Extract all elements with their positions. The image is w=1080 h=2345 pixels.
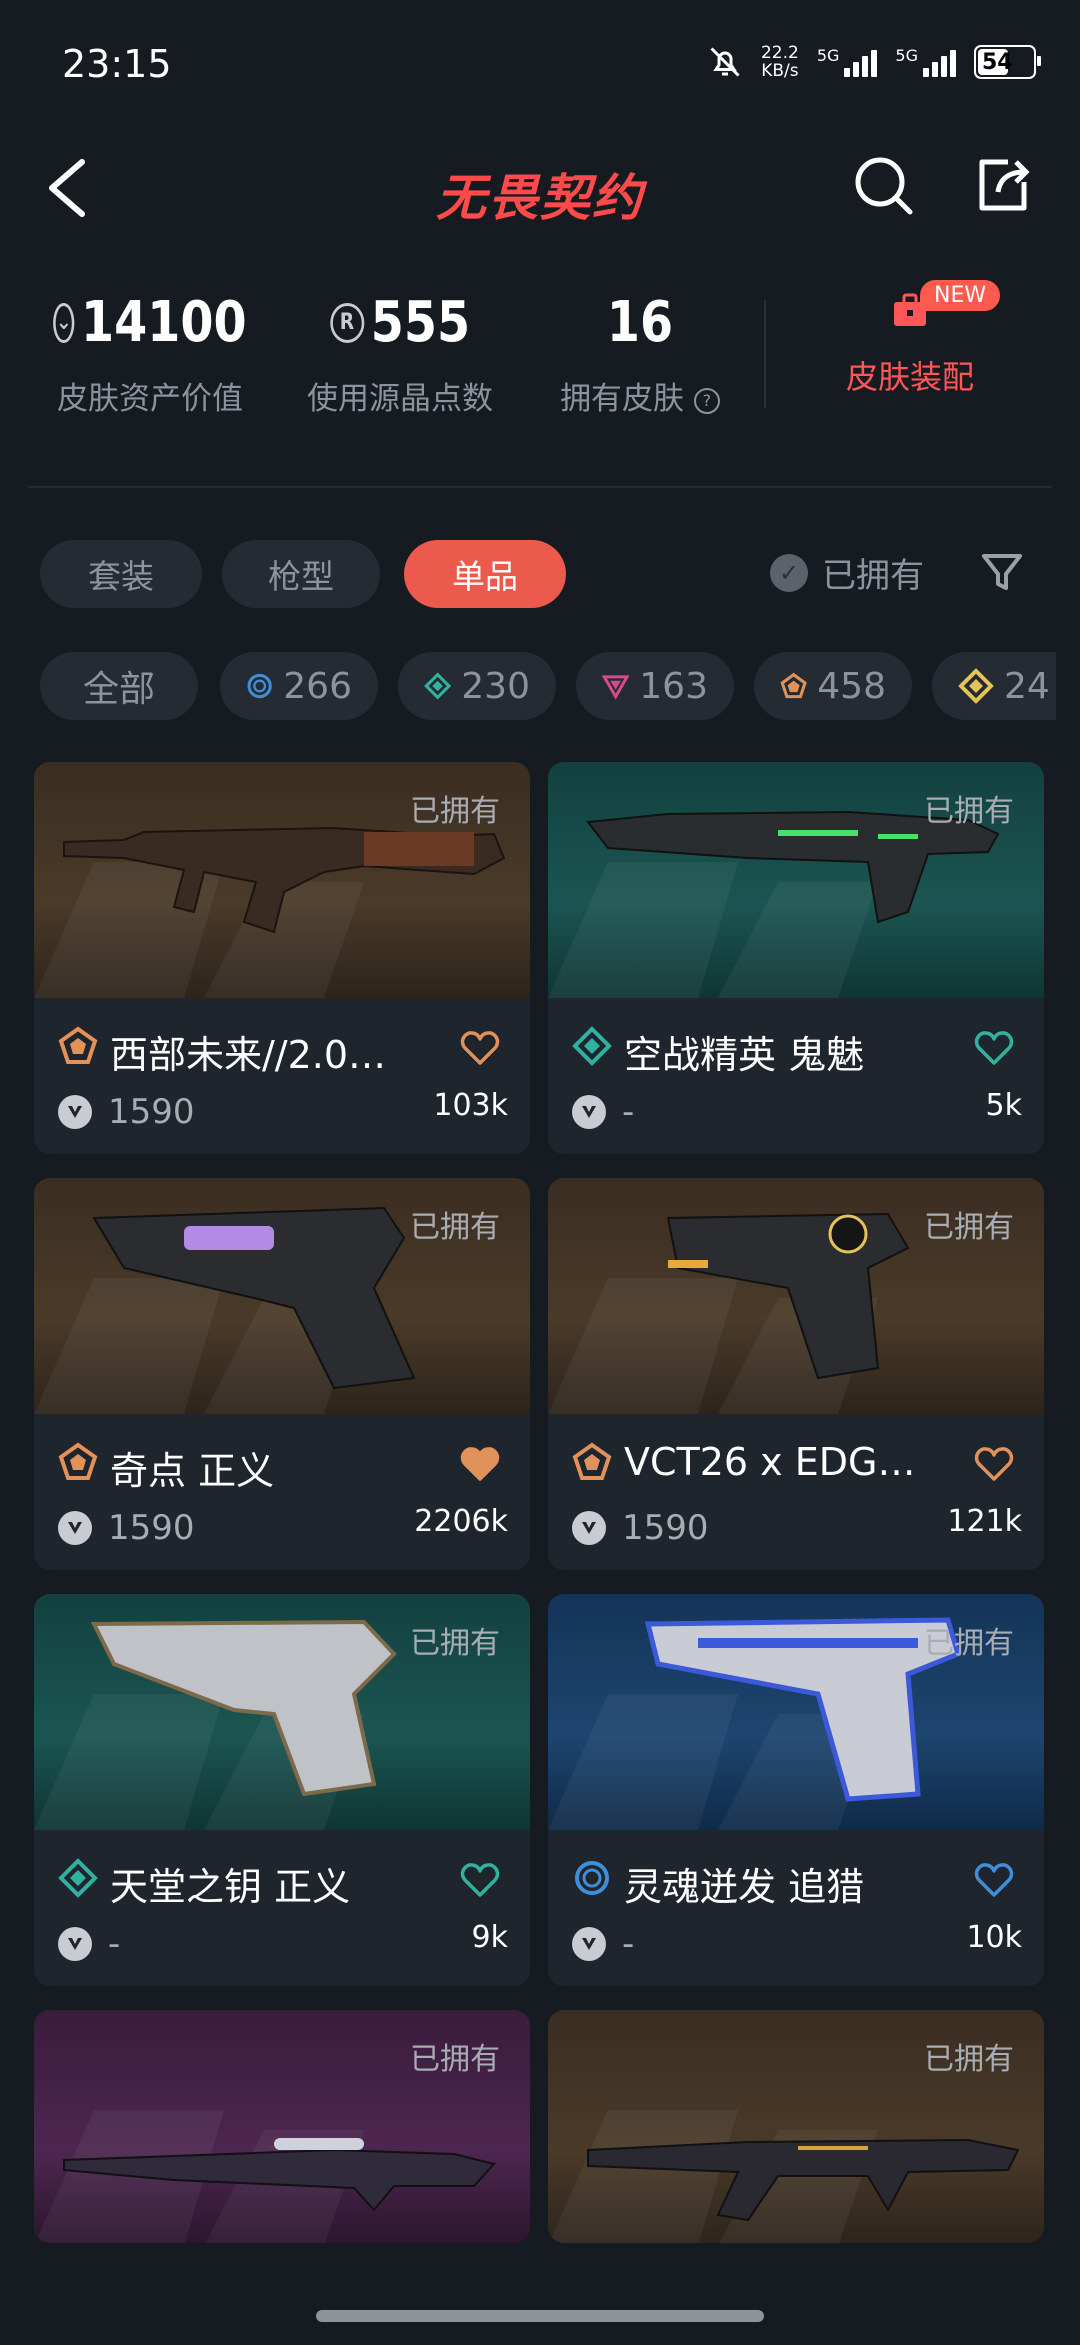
check-icon: ✓ bbox=[770, 553, 808, 592]
skin-price: - bbox=[572, 1924, 634, 1964]
deluxe-tier-icon bbox=[424, 672, 452, 700]
chip-exclusive-tier[interactable]: 458 bbox=[754, 652, 912, 720]
exclusive-tier-icon bbox=[58, 1026, 98, 1064]
skin-image: 已拥有 bbox=[548, 1594, 1044, 1830]
skin-card[interactable]: 已拥有 bbox=[34, 2010, 530, 2243]
tab-sets[interactable]: 套装 bbox=[40, 540, 202, 608]
skin-card[interactable]: 已拥有 天堂之钥 正义 9k - bbox=[34, 1594, 530, 1986]
home-indicator[interactable] bbox=[316, 2310, 764, 2322]
skin-name: 奇点 正义 bbox=[110, 1449, 275, 1493]
share-icon[interactable] bbox=[970, 152, 1036, 218]
tier-filter-row: 全部 266 230 163 458 24 bbox=[40, 652, 1056, 722]
heart-icon[interactable] bbox=[460, 1862, 500, 1898]
owned-tag: 已拥有 bbox=[924, 2042, 1014, 2077]
skin-image: 已拥有 bbox=[34, 1594, 530, 1830]
skin-name: 灵魂迸发 追猎 bbox=[624, 1865, 865, 1909]
skin-price: 1590 bbox=[58, 1508, 195, 1548]
skin-image: 已拥有 bbox=[548, 762, 1044, 998]
tab-weapon-type[interactable]: 枪型 bbox=[222, 540, 380, 608]
skin-price: - bbox=[572, 1092, 634, 1132]
skin-price: 1590 bbox=[58, 1092, 195, 1132]
signal-icon-2: 5G bbox=[895, 46, 956, 77]
owned-tag: 已拥有 bbox=[924, 1210, 1014, 1245]
skin-image: 已拥有 bbox=[548, 2010, 1044, 2243]
net-speed: 22.2 KB/s bbox=[760, 43, 799, 81]
heart-icon[interactable] bbox=[460, 1446, 500, 1482]
like-count: 2206k bbox=[414, 1504, 508, 1539]
like-count: 5k bbox=[985, 1088, 1022, 1123]
skin-card[interactable]: 已拥有 空战精英 鬼魅 5k - bbox=[548, 762, 1044, 1154]
chip-premium-tier[interactable]: 163 bbox=[576, 652, 734, 720]
divider bbox=[28, 486, 1052, 488]
valorant-points-icon bbox=[58, 1095, 92, 1129]
skin-name: 天堂之钥 正义 bbox=[110, 1865, 351, 1909]
skin-card[interactable]: 已拥有 bbox=[548, 2010, 1044, 2243]
filter-icon[interactable] bbox=[978, 548, 1026, 596]
owned-toggle[interactable]: ✓ 已拥有 bbox=[770, 548, 924, 597]
deluxe-tier-icon bbox=[572, 1026, 612, 1066]
premium-tier-icon bbox=[602, 675, 630, 700]
like-count: 103k bbox=[433, 1088, 508, 1123]
radianite-icon: R bbox=[329, 302, 364, 343]
valorant-points-icon bbox=[572, 1511, 606, 1545]
app-logo: 无畏契约 bbox=[436, 169, 644, 227]
chip-ultra-tier[interactable]: 24 bbox=[932, 652, 1056, 720]
valorant-points-icon: ⌄ bbox=[53, 302, 75, 343]
heart-icon[interactable] bbox=[974, 1862, 1014, 1898]
owned-tag: 已拥有 bbox=[410, 2042, 500, 2077]
status-icons: 22.2 KB/s 5G 5G 54 bbox=[707, 43, 1041, 81]
valorant-points-icon bbox=[572, 1927, 606, 1961]
owned-tag: 已拥有 bbox=[410, 1210, 500, 1245]
valorant-points-icon bbox=[572, 1095, 606, 1129]
skin-price: 1590 bbox=[572, 1508, 709, 1548]
tab-single-item[interactable]: 单品 bbox=[404, 540, 566, 608]
skin-card[interactable]: 已拥有 灵魂迸发 追猎 10k - bbox=[548, 1594, 1044, 1986]
exclusive-tier-icon bbox=[58, 1442, 98, 1480]
stat-radianite: R 555 使用源晶点数 bbox=[307, 290, 493, 417]
heart-icon[interactable] bbox=[974, 1030, 1014, 1066]
owned-tag: 已拥有 bbox=[924, 794, 1014, 829]
owned-tag: 已拥有 bbox=[410, 1626, 500, 1661]
heart-icon[interactable] bbox=[460, 1030, 500, 1066]
status-time: 23:15 bbox=[62, 42, 172, 86]
skin-price: - bbox=[58, 1924, 120, 1964]
skin-card[interactable]: 已拥有 奇点 正义 2206k 1590 bbox=[34, 1178, 530, 1570]
skin-image: 已拥有 bbox=[34, 762, 530, 998]
select-tier-icon bbox=[247, 673, 272, 699]
skin-name: 西部未来//2.0… bbox=[110, 1033, 387, 1077]
like-count: 121k bbox=[947, 1504, 1022, 1539]
skin-name: VCT26 x EDG… bbox=[624, 1440, 916, 1484]
skin-card[interactable]: 已拥有 VCT26 x EDG… 121k 1590 bbox=[548, 1178, 1044, 1570]
help-icon[interactable]: ? bbox=[693, 387, 720, 414]
chip-deluxe-tier[interactable]: 230 bbox=[398, 652, 556, 720]
stat-asset-value: ⌄ 14100 皮肤资产价值 bbox=[40, 290, 260, 418]
owned-tag: 已拥有 bbox=[924, 1626, 1014, 1661]
chip-all[interactable]: 全部 bbox=[40, 652, 198, 720]
valorant-points-icon bbox=[58, 1927, 92, 1961]
like-count: 10k bbox=[966, 1920, 1022, 1955]
skin-card[interactable]: 已拥有 西部未来//2.0… 103k 1590 bbox=[34, 762, 530, 1154]
stat-owned-skins: 16 拥有皮肤 ? bbox=[540, 290, 740, 418]
skin-image: 已拥有 bbox=[548, 1178, 1044, 1414]
ultra-tier-icon bbox=[958, 668, 994, 704]
divider bbox=[764, 300, 766, 408]
search-icon[interactable] bbox=[850, 152, 916, 218]
signal-icon: 5G bbox=[817, 46, 878, 77]
battery-icon: 54 bbox=[974, 45, 1041, 79]
chip-select-tier[interactable]: 266 bbox=[220, 652, 378, 720]
skin-image: 已拥有 bbox=[34, 2010, 530, 2243]
exclusive-tier-icon bbox=[780, 672, 807, 699]
mute-bell-icon bbox=[710, 47, 740, 77]
select-tier-icon bbox=[575, 1861, 609, 1895]
new-badge: NEW bbox=[920, 280, 1001, 311]
like-count: 9k bbox=[471, 1920, 508, 1955]
heart-icon[interactable] bbox=[974, 1446, 1014, 1482]
skin-name: 空战精英 鬼魅 bbox=[624, 1033, 865, 1077]
valorant-points-icon bbox=[58, 1511, 92, 1545]
exclusive-tier-icon bbox=[572, 1442, 612, 1480]
deluxe-tier-icon bbox=[58, 1858, 98, 1898]
skin-image: 已拥有 bbox=[34, 1178, 530, 1414]
owned-tag: 已拥有 bbox=[410, 794, 500, 829]
